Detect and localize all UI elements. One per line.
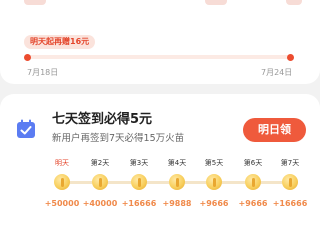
day-connector: [222, 181, 245, 184]
day-label: 第3天: [129, 159, 149, 167]
day-reward: +16666: [272, 199, 308, 208]
progress-start-date: 7月18日: [27, 68, 59, 77]
progress-track: [27, 55, 293, 59]
coin-icon: [206, 174, 222, 190]
day-label: 第5天: [204, 159, 224, 167]
calendar-check-icon: [17, 119, 35, 138]
day-connector: [108, 181, 131, 184]
coin-icon: [169, 174, 185, 190]
day-connector: [70, 181, 92, 184]
day-label: 第2天: [90, 159, 110, 167]
day-connector: [147, 181, 169, 184]
day-reward: +9888: [162, 199, 192, 208]
day-reward: +9666: [238, 199, 268, 208]
day-label: 第6天: [243, 159, 263, 167]
day-reward: +40000: [82, 199, 118, 208]
progress-end-date: 7月24日: [261, 68, 293, 77]
coin-icon: [131, 174, 147, 190]
tab-indicator-far-right: [286, 0, 302, 5]
bonus-tag: 明天起再赠16元: [24, 35, 96, 49]
claim-tomorrow-button[interactable]: 明日领: [243, 118, 306, 142]
progress-end-dot: [287, 53, 294, 61]
tab-indicator-left: [24, 0, 46, 5]
coin-icon: [245, 174, 261, 190]
coin-icon: [54, 174, 70, 190]
signin-title: 七天签到必得5元: [52, 112, 153, 127]
day-label: 第4天: [167, 159, 187, 167]
day-reward: +16666: [121, 199, 157, 208]
coin-icon: [92, 174, 108, 190]
day-reward: +50000: [44, 199, 80, 208]
day-label: 明天: [55, 159, 69, 167]
signin-subtitle: 新用户再签到7天必得15万火苗: [52, 133, 185, 144]
coin-icon: [282, 174, 298, 190]
day-reward: +9666: [199, 199, 229, 208]
day-connector: [261, 181, 282, 184]
progress-card: 明天起再赠16元 7月18日 7月24日: [0, 0, 320, 84]
tab-indicator-right: [205, 0, 227, 5]
progress-start-dot: [24, 53, 31, 61]
day-label: 第7天: [280, 159, 300, 167]
day-connector: [185, 181, 206, 184]
